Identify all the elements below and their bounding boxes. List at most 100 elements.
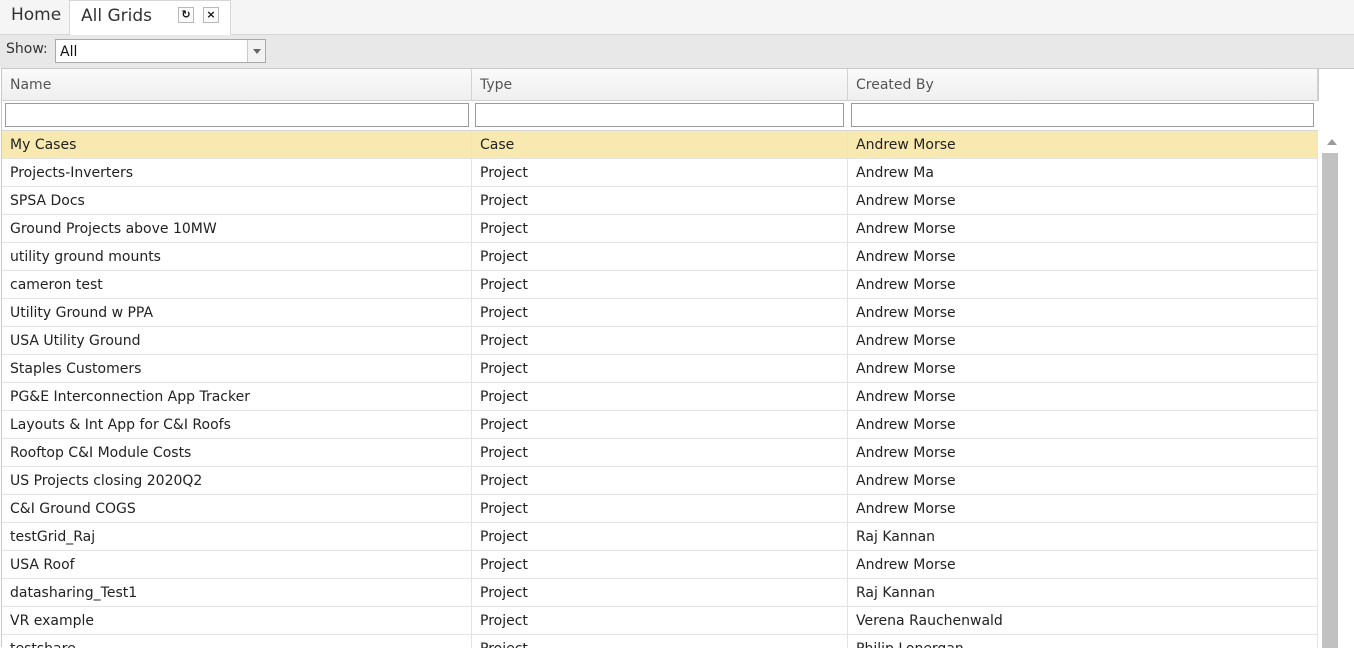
cell-type: Project [472,439,848,466]
table-header: Name Type Created By [2,69,1318,101]
cell-type: Case [472,131,848,158]
cell-name: cameron test [2,271,472,298]
scroll-thumb[interactable] [1322,153,1338,648]
cell-type: Project [472,243,848,270]
cell-created-by: Philip Lonergan [848,635,1318,648]
table-row[interactable]: Layouts & Int App for C&I Roofs Project An… [2,411,1318,439]
cell-name: C&I Ground COGS [2,495,472,522]
header-spacer [1318,69,1354,101]
table-row[interactable]: Projects-Inverters Project Andrew Ma [2,159,1318,187]
chevron-down-icon[interactable] [247,40,265,62]
cell-created-by: Andrew Morse [848,327,1318,354]
cell-created-by: Andrew Morse [848,411,1318,438]
cell-name: VR example [2,607,472,634]
table-row[interactable]: Rooftop C&I Module Costs Project Andrew Mo… [2,439,1318,467]
cell-type: Project [472,411,848,438]
cell-name: Rooftop C&I Module Costs [2,439,472,466]
column-header-name[interactable]: Name [2,69,472,100]
cell-type: Project [472,159,848,186]
tab-bar: Home All Grids ↻ × [0,0,1354,35]
cell-name: Projects-Inverters [2,159,472,186]
table-row[interactable]: USA Roof Project Andrew Morse [2,551,1318,579]
column-header-type[interactable]: Type [472,69,848,100]
table-row[interactable]: VR example Project Verena Rauchenwald [2,607,1318,635]
table-row[interactable]: SPSA Docs Project Andrew Morse [2,187,1318,215]
cell-name: US Projects closing 2020Q2 [2,467,472,494]
tab-all-grids-label: All Grids [81,6,153,26]
cell-name: USA Roof [2,551,472,578]
column-filter-row [2,101,1318,131]
cell-name: testGrid_Raj [2,523,472,550]
refresh-icon[interactable]: ↻ [178,7,194,23]
cell-type: Project [472,299,848,326]
show-select[interactable]: All [55,39,266,63]
cell-name: Ground Projects above 10MW [2,215,472,242]
tab-home[interactable]: Home [0,0,68,34]
cell-created-by: Andrew Morse [848,187,1318,214]
table-row[interactable]: PG&E Interconnection App Tracker Project A… [2,383,1318,411]
cell-type: Project [472,467,848,494]
filter-toolbar: Show: All [0,35,1354,68]
scroll-up-icon[interactable] [1327,139,1337,145]
close-icon[interactable]: × [203,7,219,23]
show-label: Show: [6,41,48,57]
table-row[interactable]: Staples Customers Project Andrew Morse [2,355,1318,383]
cell-created-by: Raj Kannan [848,523,1318,550]
cell-created-by: Andrew Morse [848,495,1318,522]
cell-type: Project [472,579,848,606]
cell-created-by: Andrew Morse [848,551,1318,578]
cell-created-by: Andrew Morse [848,271,1318,298]
table-row[interactable]: cameron test Project Andrew Morse [2,271,1318,299]
table-row[interactable]: C&I Ground COGS Project Andrew Morse [2,495,1318,523]
cell-type: Project [472,635,848,648]
cell-created-by: Andrew Ma [848,159,1318,186]
cell-type: Project [472,327,848,354]
table-row[interactable]: testGrid_Raj Project Raj Kannan [2,523,1318,551]
table-row[interactable]: testshareProjectPhilip Lonergan [2,635,1318,648]
cell-type: Project [472,523,848,550]
table-row[interactable]: datasharing_Test1 Project Raj Kannan [2,579,1318,607]
cell-name: testshare [2,635,472,648]
table-row[interactable]: USA Utility Ground Project Andrew Morse [2,327,1318,355]
cell-created-by: Andrew Morse [848,131,1318,158]
created-by-filter-input[interactable] [851,103,1314,127]
cell-type: Project [472,215,848,242]
table-row[interactable]: My Cases Case Andrew Morse [2,131,1318,159]
table-row[interactable]: US Projects closing 2020Q2 Project Andrew … [2,467,1318,495]
type-filter-input[interactable] [475,103,844,127]
cell-type: Project [472,495,848,522]
cell-created-by: Andrew Morse [848,467,1318,494]
vertical-scrollbar[interactable] [1318,131,1354,648]
cell-created-by: Andrew Morse [848,243,1318,270]
cell-type: Project [472,355,848,382]
cell-created-by: Andrew Morse [848,299,1318,326]
table-row[interactable]: Ground Projects above 10MW Project Andrew … [2,215,1318,243]
grids-table: Name Type Created By My Cases Case Andrew … [1,68,1354,648]
cell-name: PG&E Interconnection App Tracker [2,383,472,410]
cell-name: SPSA Docs [2,187,472,214]
cell-name: Utility Ground w PPA [2,299,472,326]
table-body: My Cases Case Andrew Morse Projects-Inverte… [2,131,1318,648]
name-filter-input[interactable] [5,103,469,127]
cell-name: USA Utility Ground [2,327,472,354]
cell-name: Staples Customers [2,355,472,382]
cell-created-by: Verena Rauchenwald [848,607,1318,634]
cell-type: Project [472,383,848,410]
cell-name: utility ground mounts [2,243,472,270]
cell-name: datasharing_Test1 [2,579,472,606]
cell-type: Project [472,187,848,214]
cell-name: Layouts & Int App for C&I Roofs [2,411,472,438]
cell-created-by: Andrew Morse [848,383,1318,410]
cell-created-by: Andrew Morse [848,439,1318,466]
cell-created-by: Andrew Morse [848,355,1318,382]
cell-name: My Cases [2,131,472,158]
table-row[interactable]: Utility Ground w PPA Project Andrew Morse [2,299,1318,327]
cell-type: Project [472,271,848,298]
cell-created-by: Raj Kannan [848,579,1318,606]
cell-type: Project [472,607,848,634]
table-row[interactable]: utility ground mounts Project Andrew Morse [2,243,1318,271]
cell-type: Project [472,551,848,578]
tab-all-grids[interactable]: All Grids ↻ × [69,0,231,35]
column-header-created-by[interactable]: Created By [848,69,1318,100]
show-select-value: All [60,44,78,60]
